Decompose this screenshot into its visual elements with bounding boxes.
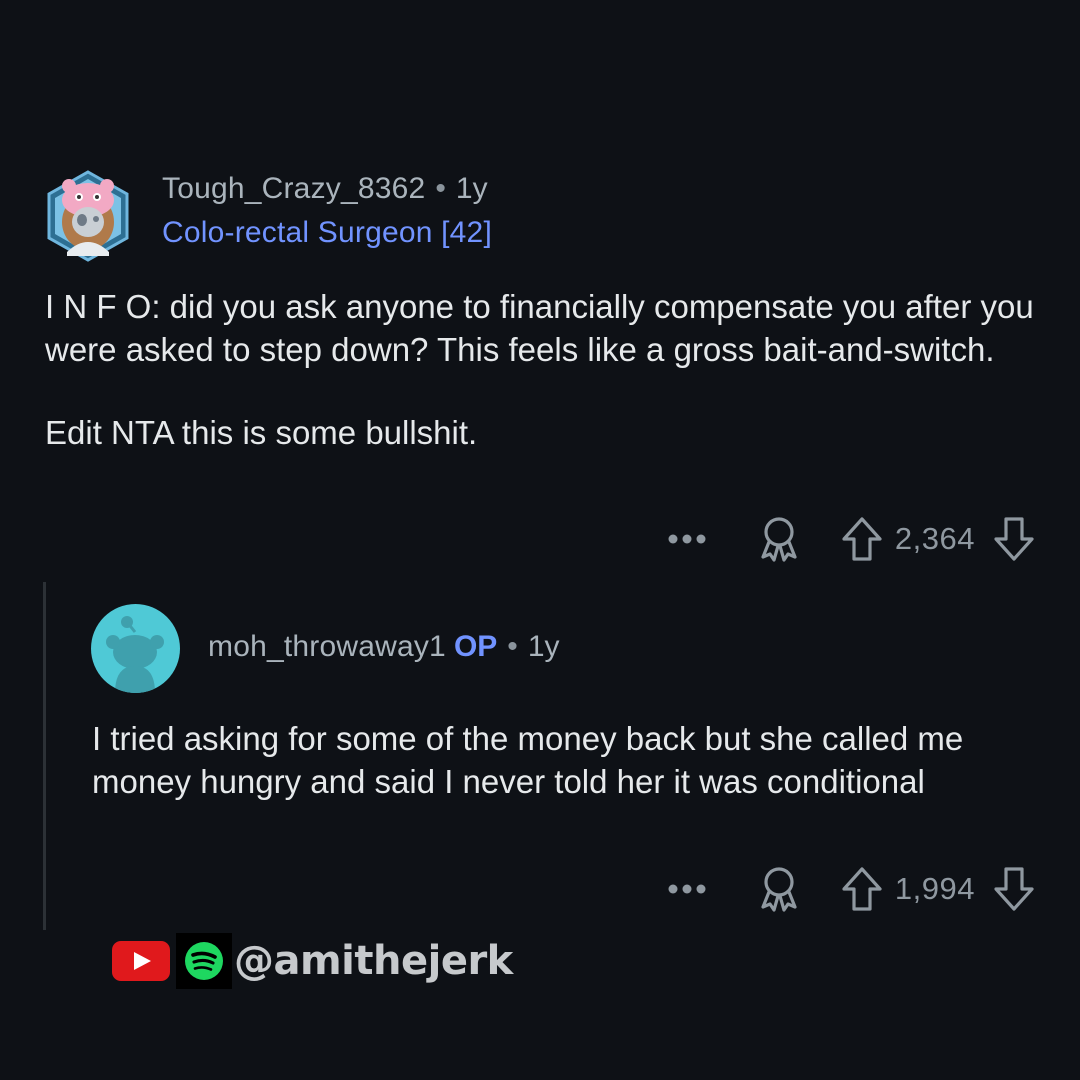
more-options-icon[interactable] bbox=[667, 517, 707, 561]
upvote-icon[interactable] bbox=[841, 515, 883, 563]
separator-dot: • bbox=[435, 172, 446, 205]
comment-paragraph: Edit NTA this is some bullshit. bbox=[45, 414, 478, 451]
upvote-icon[interactable] bbox=[841, 865, 883, 913]
downvote-icon[interactable] bbox=[993, 865, 1035, 913]
downvote-icon[interactable] bbox=[993, 515, 1035, 563]
comment-body: I N F O: did you ask anyone to financial… bbox=[45, 285, 1035, 454]
user-flair: Colo-rectal Surgeon [42] bbox=[162, 216, 492, 249]
user-avatar[interactable] bbox=[45, 170, 131, 262]
vote-score: 1,994 bbox=[894, 871, 975, 906]
username-link[interactable]: moh_throwaway1 bbox=[208, 630, 446, 663]
award-icon[interactable] bbox=[757, 515, 801, 563]
snoo-avatar-icon bbox=[106, 616, 164, 693]
avatar-icon bbox=[47, 170, 129, 262]
separator-dot: • bbox=[507, 630, 518, 663]
comment-paragraph: I N F O: did you ask anyone to financial… bbox=[45, 288, 1034, 368]
spotify-icon bbox=[176, 933, 232, 989]
youtube-icon bbox=[112, 941, 170, 981]
channel-watermark: @amithejerk bbox=[112, 933, 513, 989]
award-icon[interactable] bbox=[757, 865, 801, 913]
more-options-icon[interactable] bbox=[667, 867, 707, 911]
vote-score: 2,364 bbox=[894, 521, 975, 556]
user-avatar[interactable] bbox=[91, 604, 180, 693]
comment-meta: Tough_Crazy_8362 • 1y bbox=[162, 172, 488, 206]
comment-actions: 1,994 bbox=[667, 865, 1035, 913]
op-badge: OP bbox=[453, 630, 498, 663]
comment-age: 1y bbox=[455, 172, 488, 205]
channel-handle: @amithejerk bbox=[234, 938, 513, 984]
comment-actions: 2,364 bbox=[667, 515, 1035, 563]
username-link[interactable]: Tough_Crazy_8362 bbox=[162, 172, 425, 205]
comment-age: 1y bbox=[527, 630, 560, 663]
comment-body: I tried asking for some of the money bac… bbox=[92, 720, 964, 800]
comment-meta: moh_throwaway1 OP • 1y bbox=[208, 630, 560, 664]
thread-line[interactable] bbox=[43, 582, 46, 930]
